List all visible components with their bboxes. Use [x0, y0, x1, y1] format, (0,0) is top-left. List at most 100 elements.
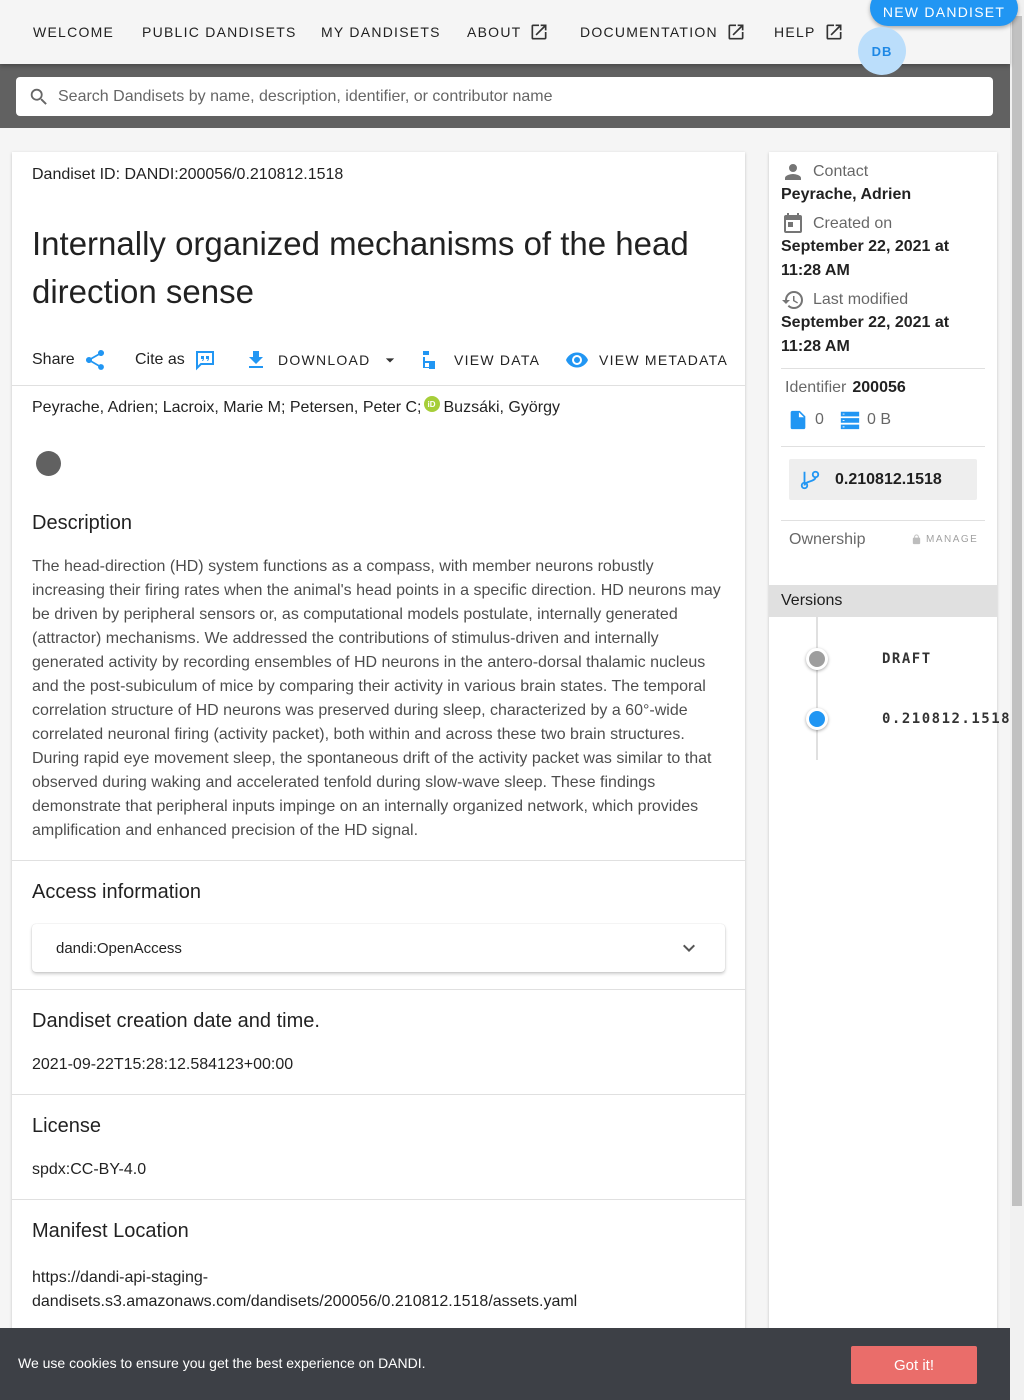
- nav-about-label: ABOUT: [467, 24, 522, 40]
- file-icon: [790, 410, 806, 430]
- versions-heading: Versions: [769, 585, 997, 617]
- nav-documentation-label: DOCUMENTATION: [580, 24, 718, 40]
- view-metadata-label: VIEW METADATA: [599, 352, 729, 368]
- divider: [781, 446, 985, 447]
- cookie-accept-button[interactable]: Got it!: [851, 1346, 977, 1384]
- version-draft-dot[interactable]: [806, 648, 828, 670]
- divider: [12, 860, 745, 861]
- source-branch-icon: [800, 470, 820, 489]
- eye-icon: [566, 352, 588, 368]
- created-label-text: Created on: [813, 215, 893, 232]
- history-icon: [782, 291, 803, 309]
- divider: [12, 1199, 745, 1200]
- nav-about[interactable]: ABOUT: [467, 20, 549, 44]
- access-expansion-panel[interactable]: dandi:OpenAccess: [32, 924, 725, 972]
- license-heading: License: [32, 1115, 101, 1137]
- search-icon: [30, 88, 47, 105]
- license-value: spdx:CC-BY-4.0: [32, 1161, 147, 1178]
- contact-value: Peyrache, Adrien: [781, 186, 912, 203]
- download-label: DOWNLOAD: [278, 352, 371, 368]
- modified-label-text: Last modified: [813, 291, 909, 308]
- search-input[interactable]: [58, 87, 958, 106]
- share-icon: [85, 349, 104, 370]
- nav-welcome-label: WELCOME: [33, 24, 115, 40]
- open-in-new-icon: [826, 24, 842, 40]
- created-label: Created on: [781, 212, 892, 236]
- open-in-new-icon: [531, 24, 547, 40]
- divider: [781, 520, 985, 521]
- file-count-value: 0: [815, 411, 824, 428]
- contact-label-text: Contact: [813, 163, 869, 180]
- search-band: [0, 64, 1010, 128]
- account-icon: [785, 164, 801, 180]
- share-button[interactable]: Share: [32, 344, 107, 376]
- view-data-button[interactable]: VIEW DATA: [420, 344, 540, 376]
- version-published-dot[interactable]: [806, 708, 828, 730]
- nav-public-dandisets-label: PUBLIC DANDISETS: [142, 24, 297, 40]
- cite-label: Cite as: [135, 351, 185, 368]
- format-quote-icon: [195, 351, 214, 371]
- search-box: [16, 77, 993, 116]
- view-data-label: VIEW DATA: [454, 352, 541, 368]
- description-heading: Description: [32, 512, 133, 534]
- nav-public-dandisets[interactable]: PUBLIC DANDISETS: [142, 20, 297, 44]
- manifest-line-1: https://dandi-api-staging-: [32, 1269, 209, 1286]
- divider: [12, 385, 745, 386]
- dandiset-main-card: Dandiset ID: DANDI:200056/0.210812.1518 …: [12, 152, 745, 1400]
- action-bar: Share Cite as DOWNLOAD VIEW DATA VIEW ME…: [32, 344, 732, 376]
- download-button[interactable]: DOWNLOAD: [244, 344, 400, 376]
- identifier: Identifier 200056: [785, 379, 906, 397]
- creation-value: 2021-09-22T15:28:12.584123+00:00: [32, 1056, 294, 1073]
- funding-logo-placeholder: [36, 451, 61, 476]
- page-title: Internally organized mechanisms of the h…: [32, 225, 689, 310]
- access-value: dandi:OpenAccess: [56, 939, 182, 957]
- file-tree-icon: [423, 351, 435, 369]
- nav-help[interactable]: HELP: [774, 20, 844, 44]
- divider: [781, 368, 985, 369]
- manifest-heading: Manifest Location: [32, 1220, 189, 1242]
- nav-my-dandisets-label: MY DANDISETS: [321, 24, 441, 40]
- calendar-icon: [784, 213, 802, 233]
- scrollbar-thumb[interactable]: [1012, 16, 1022, 1206]
- menu-down-icon: [386, 358, 395, 363]
- author-list: Peyrache, Adrien; Lacroix, Marie M; Pete…: [32, 396, 560, 417]
- orcid-icon[interactable]: iD: [423, 396, 440, 412]
- timeline-line: [816, 617, 818, 760]
- page-scrollbar[interactable]: [1010, 0, 1024, 1400]
- manage-button[interactable]: MANAGE: [911, 534, 978, 545]
- nav-documentation[interactable]: DOCUMENTATION: [580, 20, 746, 44]
- contact-label: Contact: [781, 160, 868, 184]
- nav-my-dandisets[interactable]: MY DANDISETS: [321, 20, 441, 44]
- divider: [12, 989, 745, 990]
- manifest-location[interactable]: https://dandi-api-staging- dandisets.s3.…: [32, 1266, 577, 1314]
- nav-welcome[interactable]: WELCOME: [33, 20, 114, 44]
- manifest-line-2: dandisets.s3.amazonaws.com/dandisets/200…: [32, 1293, 578, 1310]
- cookie-text: We use cookies to ensure you get the bes…: [18, 1355, 426, 1371]
- user-avatar[interactable]: DB: [858, 27, 906, 75]
- identifier-label: Identifier: [785, 379, 847, 396]
- manage-label: MANAGE: [926, 534, 979, 545]
- created-value: September 22, 2021 at 11:28 AM: [781, 238, 950, 279]
- creation-heading: Dandiset creation date and time.: [32, 1010, 320, 1032]
- download-icon: [249, 351, 263, 368]
- version-draft-label[interactable]: DRAFT: [882, 651, 932, 667]
- version-selector[interactable]: 0.210812.1518: [789, 459, 977, 500]
- chevron-down-icon: [683, 944, 695, 952]
- modified-label: Last modified: [781, 288, 908, 312]
- description-text: The head-direction (HD) system functions…: [32, 558, 721, 839]
- divider: [12, 1094, 745, 1095]
- access-heading: Access information: [32, 881, 201, 903]
- identifier-value: 200056: [852, 379, 906, 396]
- size-value: 0 B: [867, 411, 892, 428]
- dandiset-sidebar: Contact Peyrache, Adrien Created on Sept…: [769, 152, 1010, 1400]
- database-icon: [840, 411, 860, 430]
- ownership-label: Ownership: [789, 531, 866, 548]
- cite-as-button[interactable]: Cite as: [135, 344, 217, 376]
- new-dandiset-button[interactable]: NEW DANDISET: [870, 0, 1018, 26]
- cookie-banner: We use cookies to ensure you get the bes…: [0, 1328, 1010, 1400]
- view-metadata-button[interactable]: VIEW METADATA: [565, 344, 728, 376]
- file-count: 0: [787, 409, 824, 431]
- version-published-label[interactable]: 0.210812.1518: [882, 711, 1011, 727]
- authors-text-last: Buzsáki, György: [443, 399, 560, 416]
- version-value: 0.210812.1518: [835, 470, 942, 488]
